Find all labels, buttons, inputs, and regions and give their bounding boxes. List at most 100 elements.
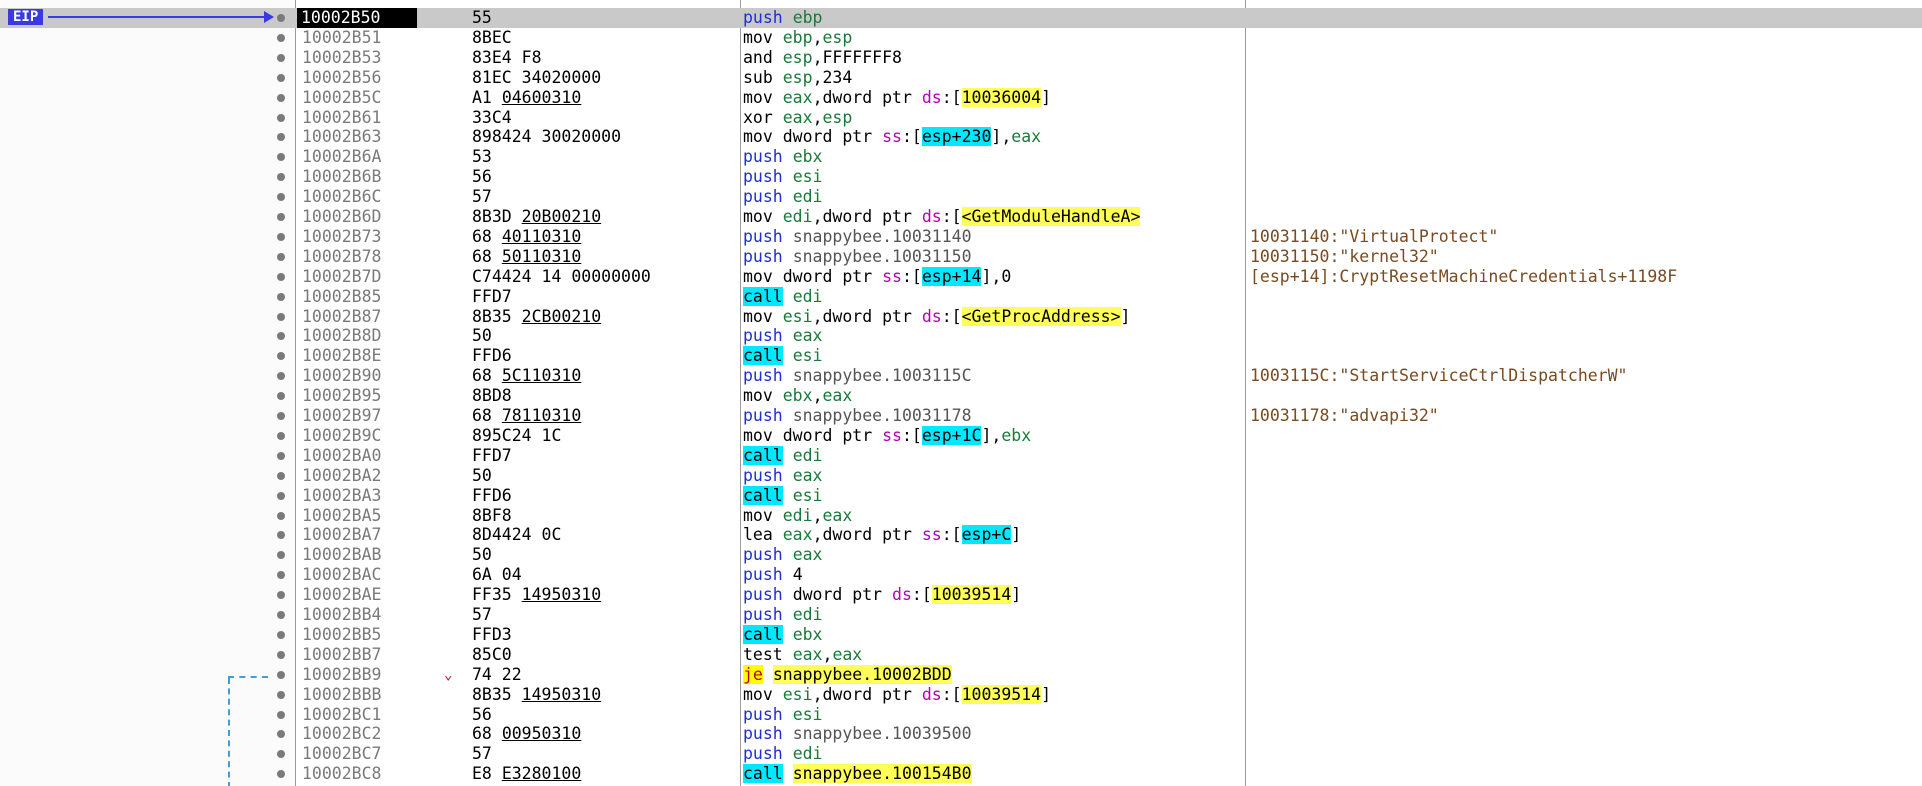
instruction-row[interactable]: 10002B6B 56 push esi: [0, 167, 1922, 187]
instruction-row[interactable]: 10002B6A 53 push ebx: [0, 147, 1922, 167]
instruction-row[interactable]: 10002B87 8B35 2CB00210 mov esi,dword ptr d…: [0, 306, 1922, 327]
instruction-row[interactable]: 10002B56 81EC 34020000 sub esp,234: [0, 68, 1922, 88]
breakpoint-dot-icon[interactable]: [277, 770, 285, 779]
instruction-row[interactable]: 10002B6C 57 push edi: [0, 187, 1922, 207]
breakpoint-dot-icon[interactable]: [277, 352, 285, 361]
token-seg: ds: [921, 306, 942, 326]
instruction-row[interactable]: 10002B7D C74424 14 00000000 mov dword ptr …: [0, 266, 1922, 287]
instruction-row[interactable]: 10002BC7 57 push edi: [0, 744, 1922, 764]
breakpoint-dot-icon[interactable]: [277, 491, 285, 500]
breakpoint-dot-icon[interactable]: [277, 312, 285, 321]
instruction-row[interactable]: 10002B9C 895C24 1C mov dword ptr ss:[esp+1…: [0, 425, 1922, 446]
breakpoint-dot-icon[interactable]: [277, 213, 285, 221]
instruction-row[interactable]: 10002BB4 57 push edi: [0, 605, 1922, 625]
disassembly-view[interactable]: 10002B50 55 push ebp 10002B51 8BEC mov ebp,es…: [0, 0, 1922, 786]
instruction-row[interactable]: 10002B51 8BEC mov ebp,esp: [0, 28, 1922, 48]
instruction-row[interactable]: 10002B50 55 push ebp: [0, 8, 1922, 28]
instruction-bytes: 898424 30020000: [472, 127, 622, 147]
instruction-comment: 10031140:"VirtualProtect": [1250, 226, 1499, 246]
token-op: xor: [743, 107, 773, 127]
breakpoint-dot-icon[interactable]: [277, 630, 285, 639]
breakpoint-dot-icon[interactable]: [277, 133, 285, 142]
breakpoint-dot-icon[interactable]: [277, 591, 285, 600]
instruction-row[interactable]: 10002BC1 56 push esi: [0, 705, 1922, 725]
token-sp: [783, 287, 793, 306]
instruction-address: 10002B90: [302, 366, 382, 386]
token-bhi: esp+14: [921, 266, 982, 286]
instruction-row[interactable]: 10002BB5 FFD3 call ebx: [0, 624, 1922, 645]
instruction-row[interactable]: 10002BC8 E8 E3280100 call snappybee.100154…: [0, 764, 1922, 784]
instruction-row[interactable]: 10002BC2 68 00950310 push snappybee.100395…: [0, 724, 1922, 744]
token-reg: esp: [782, 47, 813, 67]
instruction-row[interactable]: 10002BAE FF35 14950310 push dword ptr ds:[…: [0, 585, 1922, 605]
token-reg: esi: [792, 346, 823, 366]
breakpoint-dot-icon[interactable]: [277, 571, 285, 580]
instruction-row[interactable]: 10002BA2 50 push eax: [0, 466, 1922, 486]
token-op: test: [743, 644, 783, 664]
breakpoint-dot-icon[interactable]: [277, 33, 285, 42]
token-reg: esp: [822, 107, 853, 127]
breakpoint-dot-icon[interactable]: [277, 272, 285, 281]
breakpoint-dot-icon[interactable]: [277, 372, 285, 381]
instruction-row[interactable]: 10002B97 68 78110310 push snappybee.100311…: [0, 406, 1922, 426]
instruction-row[interactable]: 10002B5C A1 04600310 mov eax,dword ptr ds:…: [0, 87, 1922, 108]
breakpoint-dot-icon[interactable]: [277, 153, 285, 162]
breakpoint-dot-icon[interactable]: [277, 113, 285, 122]
token-call: call: [743, 445, 783, 465]
breakpoint-dot-icon[interactable]: [277, 232, 285, 241]
instruction-row[interactable]: 10002BB9 ⌄ 74 22 je snappybee.10002BDD: [0, 664, 1922, 685]
instruction-address: 10002BC7: [302, 744, 382, 764]
breakpoint-dot-icon[interactable]: [277, 292, 285, 301]
instruction-row[interactable]: 10002BBB 8B35 14950310 mov esi,dword ptr d…: [0, 684, 1922, 705]
breakpoint-dot-icon[interactable]: [277, 252, 285, 261]
breakpoint-dot-icon[interactable]: [277, 193, 285, 202]
instruction-row[interactable]: 10002B73 68 40110310 push snappybee.100311…: [0, 227, 1922, 247]
instruction-row[interactable]: 10002B53 83E4 F8 and esp,FFFFFFF8: [0, 48, 1922, 68]
instruction-row[interactable]: 10002BA3 FFD6 call esi: [0, 485, 1922, 506]
breakpoint-dot-icon[interactable]: [277, 173, 285, 182]
breakpoint-dot-icon[interactable]: [277, 650, 285, 659]
breakpoint-dot-icon[interactable]: [277, 73, 285, 82]
breakpoint-dot-icon[interactable]: [277, 690, 285, 699]
breakpoint-dot-icon[interactable]: [277, 750, 285, 759]
reloc-bytes: E3280100: [501, 764, 582, 784]
breakpoint-dot-icon[interactable]: [277, 53, 285, 62]
instruction-row[interactable]: 10002B8D 50 push eax: [0, 326, 1922, 346]
instruction-row[interactable]: 10002BAC 6A 04 push 4: [0, 565, 1922, 585]
instruction-row[interactable]: 10002BA7 8D4424 0C lea eax,dword ptr ss:[e…: [0, 525, 1922, 545]
token-num: 4: [792, 565, 803, 585]
breakpoint-dot-icon[interactable]: [277, 710, 285, 719]
breakpoint-dot-icon[interactable]: [277, 531, 285, 540]
instruction-row[interactable]: 10002B8E FFD6 call esi: [0, 346, 1922, 366]
instruction-row[interactable]: 10002BAB 50 push eax: [0, 545, 1922, 565]
breakpoint-dot-icon[interactable]: [277, 14, 285, 22]
instruction-row[interactable]: 10002B95 8BD8 mov ebx,eax: [0, 386, 1922, 406]
breakpoint-dot-icon[interactable]: [277, 670, 285, 679]
breakpoint-dot-icon[interactable]: [277, 551, 285, 560]
breakpoint-dot-icon[interactable]: [277, 611, 285, 619]
breakpoint-dot-icon[interactable]: [277, 392, 285, 401]
instruction-bytes: FFD6: [472, 346, 512, 366]
breakpoint-dot-icon[interactable]: [277, 93, 285, 102]
instruction-row[interactable]: 10002B63 898424 30020000 mov dword ptr ss:…: [0, 127, 1922, 147]
breakpoint-dot-icon[interactable]: [277, 412, 285, 420]
instruction-row[interactable]: 10002B90 68 5C110310 push snappybee.100311…: [0, 366, 1922, 386]
instruction-row[interactable]: 10002B6D 8B3D 20B00210 mov edi,dword ptr d…: [0, 207, 1922, 227]
instruction-row[interactable]: 10002B61 33C4 xor eax,esp: [0, 108, 1922, 128]
instruction-row[interactable]: 10002BB7 85C0 test eax,eax: [0, 645, 1922, 665]
instruction-row[interactable]: 10002B78 68 50110310 push snappybee.100311…: [0, 247, 1922, 267]
instruction-row[interactable]: 10002B85 FFD7 call edi: [0, 286, 1922, 307]
breakpoint-dot-icon[interactable]: [277, 730, 285, 739]
instruction-row[interactable]: 10002BA0 FFD7 call edi: [0, 445, 1922, 466]
instruction-disassembly: mov edi,dword ptr ds:[<GetModuleHandleA>: [743, 207, 1141, 227]
breakpoint-dot-icon[interactable]: [277, 431, 285, 440]
instruction-row[interactable]: 10002BA5 8BF8 mov edi,eax: [0, 506, 1922, 526]
breakpoint-dot-icon[interactable]: [277, 451, 285, 460]
instruction-disassembly: mov esi,dword ptr ds:[<GetProcAddress>]: [743, 306, 1130, 327]
instruction-disassembly: call ebx: [743, 624, 823, 645]
breakpoint-dot-icon[interactable]: [277, 511, 285, 520]
breakpoint-dot-icon[interactable]: [277, 471, 285, 480]
breakpoint-dot-icon[interactable]: [277, 332, 285, 341]
token-op: dword ptr: [822, 525, 922, 545]
token-je: je: [743, 664, 763, 684]
